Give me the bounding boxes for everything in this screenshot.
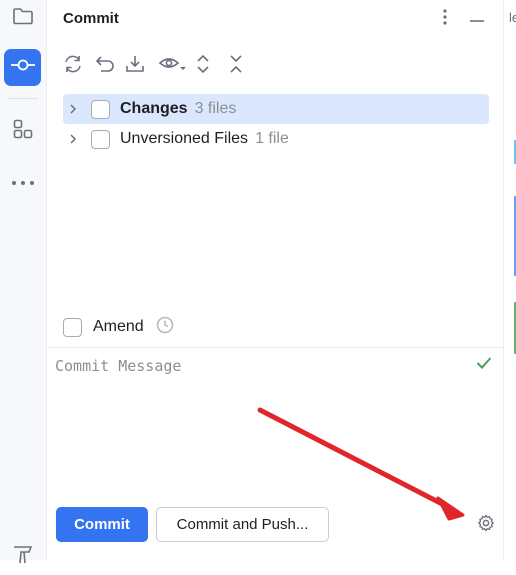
- shelve-icon: [125, 54, 145, 79]
- refresh-button[interactable]: [60, 52, 86, 80]
- amend-checkbox[interactable]: [63, 317, 82, 337]
- commit-and-push-button[interactable]: Commit and Push...: [156, 507, 329, 542]
- chevron-right-icon[interactable]: [63, 94, 83, 124]
- changes-label: Changes: [120, 100, 188, 117]
- amend-option: Amend: [63, 316, 174, 338]
- unversioned-count: 1 file: [255, 130, 289, 147]
- hammer-icon: [11, 543, 35, 570]
- refresh-icon: [62, 54, 84, 79]
- unversioned-checkbox[interactable]: [91, 129, 110, 149]
- options-button[interactable]: [434, 8, 456, 30]
- commit-message-input[interactable]: [55, 354, 455, 378]
- show-diff-button[interactable]: [156, 52, 188, 80]
- commit-options-button[interactable]: [476, 514, 496, 537]
- tree-row-changes[interactable]: Changes 3 files: [63, 94, 489, 124]
- shelve-button[interactable]: [122, 52, 148, 80]
- check-icon: [476, 356, 492, 375]
- tool-window-title: Commit: [63, 10, 119, 27]
- minimize-icon: [469, 10, 485, 28]
- editor-tab-fragment[interactable]: le: [509, 10, 516, 25]
- folder-icon: [12, 6, 34, 31]
- commit-tool-window: Commit Changes 3 files Unversioned Files…: [48, 0, 503, 560]
- expand-all-icon: [196, 54, 210, 79]
- more-vertical-icon: [442, 8, 448, 31]
- commit-history-button[interactable]: [156, 316, 174, 339]
- show-diff-icon: [158, 55, 186, 78]
- tree-row-unversioned[interactable]: Unversioned Files 1 file: [63, 124, 489, 154]
- unversioned-label: Unversioned Files: [120, 130, 249, 147]
- build-tool-button[interactable]: [4, 538, 41, 575]
- chevron-right-icon[interactable]: [63, 124, 83, 154]
- collapse-all-icon: [229, 54, 243, 79]
- editor-edge: le: [503, 0, 516, 560]
- tool-window-stripe: [0, 0, 47, 564]
- rollback-icon: [95, 55, 115, 78]
- commit-message-area: [48, 347, 503, 497]
- structure-icon: [12, 118, 34, 145]
- stripe-separator: [8, 98, 38, 99]
- expand-all-button[interactable]: [190, 52, 216, 80]
- project-tool-button[interactable]: [4, 0, 41, 37]
- changes-count: 3 files: [194, 100, 237, 117]
- structure-tool-button[interactable]: [4, 113, 41, 150]
- gear-icon: [477, 514, 495, 537]
- commit-icon: [10, 58, 36, 77]
- amend-label[interactable]: Amend: [93, 318, 144, 336]
- commit-tool-button[interactable]: [4, 49, 41, 86]
- hide-button[interactable]: [466, 8, 488, 30]
- collapse-all-button[interactable]: [223, 52, 249, 80]
- more-tool-windows-button[interactable]: [4, 163, 41, 200]
- changes-tree: Changes 3 files Unversioned Files 1 file: [63, 94, 489, 154]
- more-horizontal-icon: [11, 173, 35, 191]
- rollback-button[interactable]: [92, 52, 118, 80]
- tool-window-header: Commit: [48, 0, 503, 40]
- commit-button[interactable]: Commit: [56, 507, 148, 542]
- clock-icon: [156, 316, 174, 339]
- changes-checkbox[interactable]: [91, 99, 110, 119]
